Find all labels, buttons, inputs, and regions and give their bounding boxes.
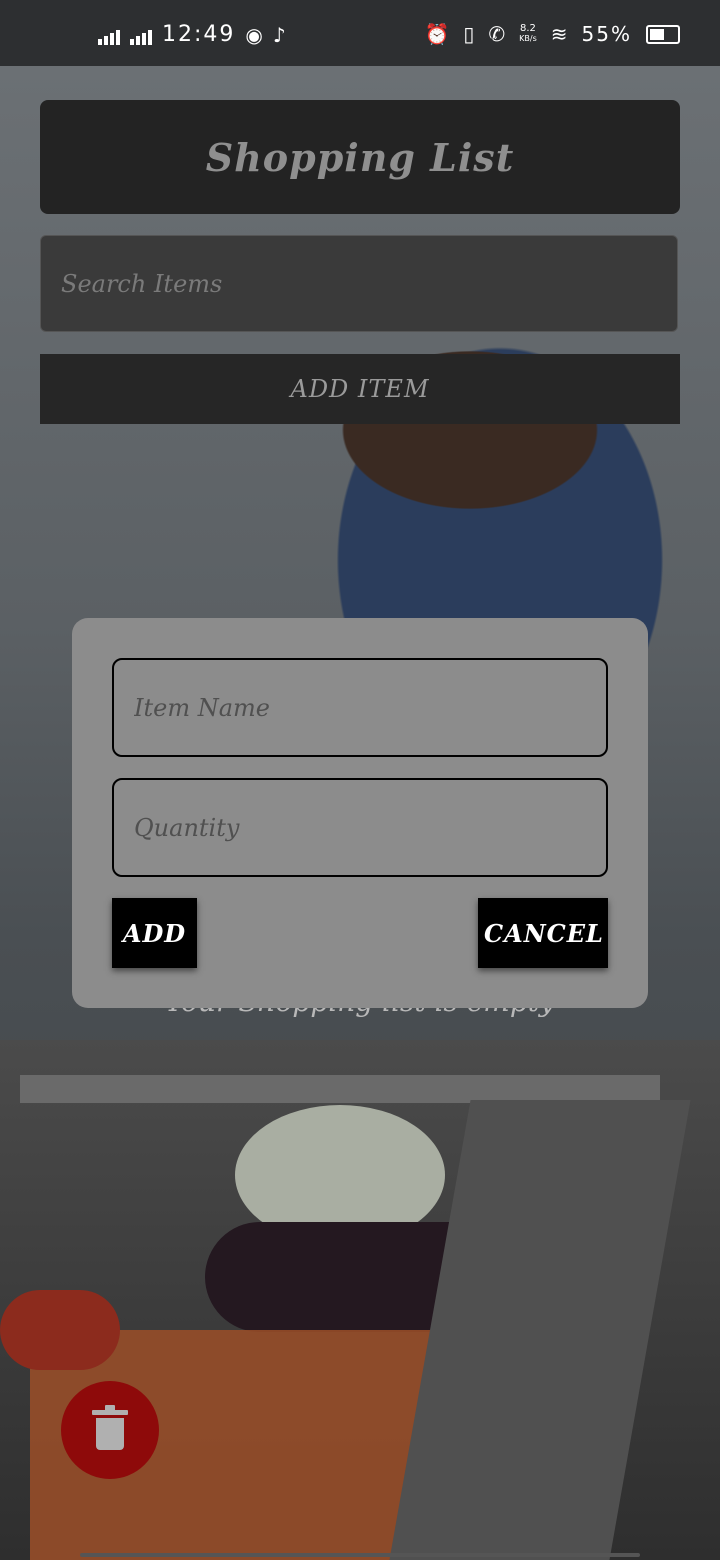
background-cart-rail [20,1075,660,1103]
clock: 12:49 [162,22,236,47]
trash-icon [92,1405,128,1450]
page-title: Shopping List [205,134,515,180]
battery-icon [646,24,680,44]
search-input[interactable] [41,236,677,331]
quantity-field [112,778,608,877]
delete-all-button[interactable] [61,1381,159,1479]
tiktok-icon: ♪ [272,22,286,47]
signal-2-icon [130,25,152,45]
add-item-dialog: ADD CANCEL [72,618,648,1008]
dialog-cancel-button[interactable]: CANCEL [478,898,608,968]
vibrate-icon: ▯ [463,22,475,46]
item-name-input[interactable] [114,660,606,755]
wifi-icon: ≋ [550,22,568,46]
network-speed: 8.2 KB/s [519,23,537,44]
status-bar: 12:49 ◉ ♪ ⏰ ▯ ✆ 8.2 KB/s ≋ 55% [0,0,720,66]
add-item-button[interactable]: ADD ITEM [40,354,680,424]
battery-percent: 55% [581,22,632,46]
item-name-field [112,658,608,757]
dialog-add-button[interactable]: ADD [112,898,197,968]
wifi-calling-icon: ✆ [488,22,506,46]
gesture-bar [80,1553,640,1557]
background-tomatoes [0,1290,120,1370]
search-box [40,235,678,332]
signal-1-icon [98,25,120,45]
quantity-input[interactable] [114,780,606,875]
app-screen: 12:49 ◉ ♪ ⏰ ▯ ✆ 8.2 KB/s ≋ 55% Shopping … [0,0,720,1560]
header-card: Shopping List [40,100,680,214]
spotify-icon: ◉ [245,22,263,47]
alarm-icon: ⏰ [424,22,450,46]
